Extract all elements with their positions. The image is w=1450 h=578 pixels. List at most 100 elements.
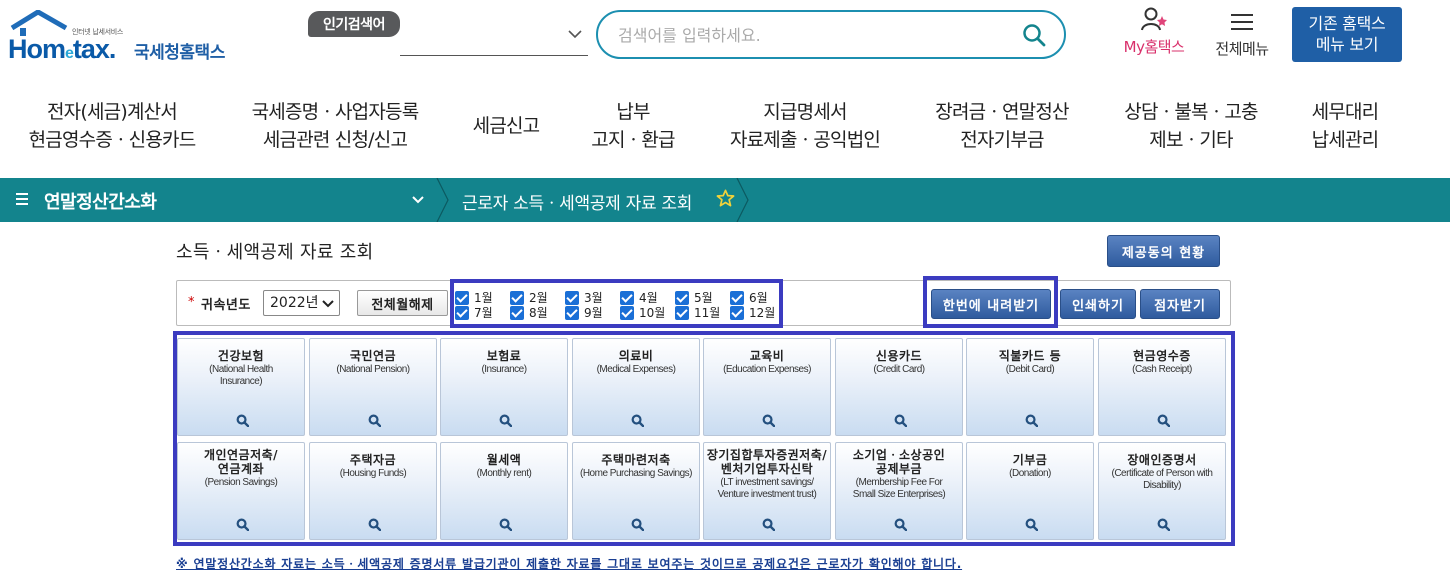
magnifier-icon[interactable] — [1157, 414, 1170, 427]
provider-consent-button[interactable]: 제공동의 현황 — [1107, 235, 1220, 267]
gnb-item-agent[interactable]: 세무대리 납세관리 — [1312, 98, 1380, 154]
category-name-en: (Monthly rent) — [476, 468, 532, 479]
category-tile[interactable]: 장애인증명서 (Certificate of Person with Disabi… — [1098, 442, 1226, 540]
category-tile[interactable]: 건강보험 (National Health Insurance) — [177, 338, 305, 436]
favorite-star-icon[interactable] — [716, 189, 735, 208]
checkbox-checked-icon[interactable] — [510, 305, 524, 320]
search-icon[interactable] — [1022, 23, 1046, 47]
category-name-ko: 보험료 — [486, 349, 522, 363]
category-name-en: (Pension Savings) — [204, 477, 278, 488]
required-mark: * — [188, 295, 195, 310]
month-label: 7월 — [474, 306, 493, 320]
old-menu-button[interactable]: 기존 홈택스 메뉴 보기 — [1292, 7, 1402, 62]
magnifier-icon[interactable] — [894, 414, 907, 427]
magnifier-icon[interactable] — [762, 518, 775, 531]
clear-all-months-button[interactable]: 전체월해제 — [357, 290, 448, 316]
category-tile[interactable]: 기부금 (Donation) — [966, 442, 1094, 540]
magnifier-icon[interactable] — [499, 518, 512, 531]
chevron-down-icon — [322, 300, 334, 308]
category-name-ko: 직불카드 등 — [998, 349, 1062, 363]
magnifier-icon[interactable] — [368, 414, 381, 427]
magnifier-icon[interactable] — [631, 414, 644, 427]
category-tile[interactable]: 월세액 (Monthly rent) — [440, 442, 568, 540]
category-tile[interactable]: 보험료 (Insurance) — [440, 338, 568, 436]
all-menu-button[interactable]: 전체메뉴 — [1206, 10, 1278, 62]
month-checkbox-10[interactable]: 10월 — [620, 304, 665, 321]
checkbox-checked-icon[interactable] — [565, 305, 579, 320]
gnb-item-statements[interactable]: 지급명세서 자료제출ㆍ공익법인 — [730, 98, 881, 154]
year-value: 2022년 — [270, 295, 319, 311]
checkbox-checked-icon[interactable] — [455, 305, 469, 320]
checkbox-checked-icon[interactable] — [730, 305, 744, 320]
checkbox-checked-icon[interactable] — [675, 305, 689, 320]
category-name-ko: 주택마련저축 — [601, 453, 671, 467]
checkbox-checked-icon[interactable] — [510, 290, 524, 305]
notice-text[interactable]: ※ 연말정산간소화 자료는 소득ㆍ세액공제 증명서류 발급기관이 제출한 자료를… — [176, 555, 962, 572]
month-checkbox-8[interactable]: 8월 — [510, 304, 548, 321]
magnifier-icon[interactable] — [1025, 414, 1038, 427]
category-tile[interactable]: 장기집합투자증권저축/ 벤처기업투자신탁 (LT investment savin… — [703, 442, 831, 540]
month-checkbox-7[interactable]: 7월 — [455, 304, 493, 321]
category-name-en: (Home Purchasing Savings) — [580, 468, 693, 479]
header: 인터넷 납세서비스 Hometax. 국세청홈택스 인기검색어 My홈택스 전체… — [0, 0, 1450, 80]
category-tile[interactable]: 개인연금저축/ 연금계좌 (Pension Savings) — [177, 442, 305, 540]
checkbox-checked-icon[interactable] — [730, 290, 744, 305]
page-title: 소득ㆍ세액공제 자료 조회 — [176, 242, 374, 263]
gnb-item-incentives[interactable]: 장려금ㆍ연말정산 전자기부금 — [935, 98, 1069, 154]
search-box — [596, 10, 1066, 59]
month-checkbox-12[interactable]: 12월 — [730, 304, 775, 321]
category-tile[interactable]: 국민연금 (National Pension) — [309, 338, 437, 436]
month-label: 8월 — [529, 306, 548, 320]
magnifier-icon[interactable] — [236, 518, 249, 531]
magnifier-icon[interactable] — [762, 414, 775, 427]
category-name-en: (Education Expenses) — [723, 364, 811, 375]
magnifier-icon[interactable] — [368, 518, 381, 531]
checkbox-checked-icon[interactable] — [620, 290, 634, 305]
category-tile[interactable]: 신용카드 (Credit Card) — [835, 338, 963, 436]
category-tile[interactable]: 현금영수증 (Cash Receipt) — [1098, 338, 1226, 436]
print-button[interactable]: 인쇄하기 — [1060, 289, 1136, 319]
magnifier-icon[interactable] — [631, 518, 644, 531]
gnb-item-consulting[interactable]: 상담ㆍ불복ㆍ고충 제보ㆍ기타 — [1124, 98, 1258, 154]
download-all-button[interactable]: 한번에 내려받기 — [931, 289, 1051, 319]
checkbox-checked-icon[interactable] — [455, 290, 469, 305]
month-label: 12월 — [749, 306, 776, 320]
my-hometax-link[interactable]: My홈택스 — [1112, 6, 1196, 62]
hometax-logo[interactable]: 인터넷 납세서비스 Hometax. 국세청홈택스 — [6, 10, 246, 66]
gnb-item-tax-return[interactable]: 세금신고 — [473, 112, 541, 140]
magnifier-icon[interactable] — [236, 414, 249, 427]
month-checkbox-9[interactable]: 9월 — [565, 304, 603, 321]
old-menu-line1: 기존 홈택스 — [1308, 14, 1386, 33]
month-checkbox-11[interactable]: 11월 — [675, 304, 720, 321]
magnifier-icon[interactable] — [1025, 518, 1038, 531]
menu-icon[interactable] — [16, 193, 28, 205]
category-tile[interactable]: 직불카드 등 (Debit Card) — [966, 338, 1094, 436]
checkbox-checked-icon[interactable] — [620, 305, 634, 320]
section-title[interactable]: 연말정산간소화 — [44, 188, 157, 214]
chevron-down-icon[interactable] — [410, 192, 426, 208]
category-tile[interactable]: 의료비 (Medical Expenses) — [572, 338, 700, 436]
category-tile[interactable]: 교육비 (Education Expenses) — [703, 338, 831, 436]
month-label: 10월 — [639, 306, 666, 320]
my-hometax-label: My홈택스 — [1123, 38, 1185, 56]
magnifier-icon[interactable] — [1157, 518, 1170, 531]
category-tile[interactable]: 소기업ㆍ소상공인 공제부금 (Membership Fee For Small S… — [835, 442, 963, 540]
magnifier-icon[interactable] — [894, 518, 907, 531]
gnb-item-payment[interactable]: 납부 고지ㆍ환급 — [591, 98, 675, 154]
category-name-en: (Medical Expenses) — [596, 364, 676, 375]
category-tile[interactable]: 주택자금 (Housing Funds) — [309, 442, 437, 540]
gnb-item-einvoice[interactable]: 전자(세금)계산서 현금영수증ㆍ신용카드 — [29, 98, 197, 154]
logo-korean: 국세청홈택스 — [134, 43, 225, 63]
category-name-en: (Credit Card) — [873, 364, 925, 375]
hamburger-icon — [1231, 14, 1253, 32]
category-name-en: (Membership Fee For Small Size Enterpris… — [852, 477, 946, 500]
year-select[interactable]: 2022년 — [263, 290, 340, 316]
popular-search-dropdown[interactable] — [400, 22, 588, 56]
category-tile[interactable]: 주택마련저축 (Home Purchasing Savings) — [572, 442, 700, 540]
search-input[interactable] — [618, 22, 998, 48]
magnifier-icon[interactable] — [499, 414, 512, 427]
gnb-item-certificates[interactable]: 국세증명ㆍ사업자등록 세금관련 신청/신고 — [252, 98, 420, 154]
checkbox-checked-icon[interactable] — [675, 290, 689, 305]
checkbox-checked-icon[interactable] — [565, 290, 579, 305]
braille-button[interactable]: 점자받기 — [1140, 289, 1220, 319]
